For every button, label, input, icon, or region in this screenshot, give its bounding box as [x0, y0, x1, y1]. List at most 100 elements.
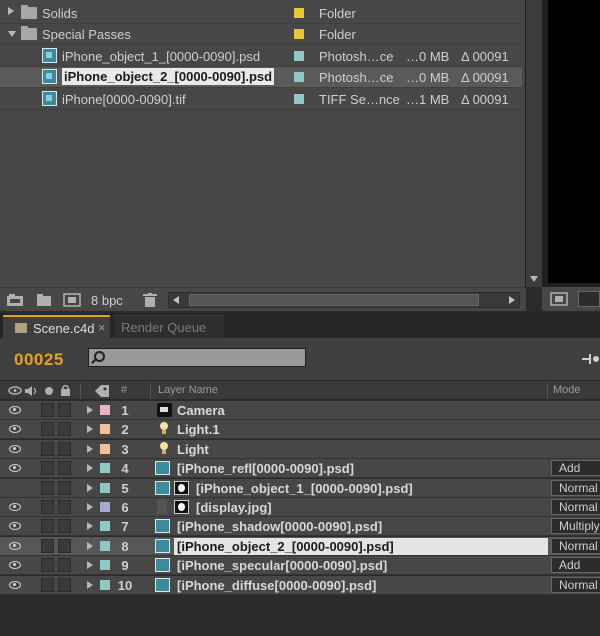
interpret-footage-icon[interactable] [6, 293, 24, 307]
current-time-display[interactable]: 00025 [14, 350, 64, 370]
project-item[interactable]: iPhone_object_2_[0000-0090].psd Photosh…c… [0, 67, 522, 89]
lock-toggle[interactable] [58, 480, 71, 495]
video-toggle[interactable] [5, 577, 25, 593]
audio-speaker-icon[interactable] [24, 385, 38, 397]
viewer-canvas[interactable] [548, 0, 600, 283]
label-color-swatch[interactable] [294, 72, 304, 83]
scroll-down-arrow-icon[interactable] [530, 276, 538, 282]
lock-toggle[interactable] [58, 519, 71, 534]
blend-mode-select[interactable]: Multiply [551, 518, 600, 535]
label-color-swatch[interactable] [100, 443, 110, 454]
video-toggle[interactable] [5, 421, 25, 437]
blend-mode-select[interactable]: Add [551, 460, 600, 477]
solo-toggle[interactable] [41, 480, 54, 495]
label-color-swatch[interactable] [100, 560, 110, 571]
new-folder-icon[interactable] [36, 293, 52, 307]
label-color-swatch[interactable] [100, 463, 110, 474]
scroll-left-arrow-icon[interactable] [173, 296, 179, 304]
label-color-swatch[interactable] [100, 579, 110, 590]
blend-mode-select[interactable]: Normal [551, 479, 600, 496]
blend-mode-select[interactable]: Add [551, 557, 600, 574]
project-item[interactable]: Special Passes Folder [0, 24, 522, 46]
label-color-swatch[interactable] [294, 93, 304, 104]
layer-row[interactable]: 5 [iPhone_object_1_[0000-0090].psd] Normal [0, 478, 600, 498]
expand-triangle-icon[interactable] [87, 425, 93, 434]
layer-row[interactable]: 9 [iPhone_specular[0000-0090].psd] Add [0, 556, 600, 576]
solo-toggle[interactable] [41, 500, 54, 514]
label-color-swatch[interactable] [100, 540, 110, 551]
label-color-swatch[interactable] [294, 50, 304, 61]
project-horizontal-scrollbar[interactable] [168, 292, 520, 308]
flowchart-icon[interactable] [582, 352, 600, 366]
lock-toggle[interactable] [58, 558, 71, 573]
label-color-swatch[interactable] [294, 8, 304, 18]
label-color-swatch[interactable] [100, 482, 110, 493]
expand-triangle-icon[interactable] [87, 561, 93, 570]
lock-toggle[interactable] [58, 500, 71, 514]
label-color-swatch[interactable] [100, 405, 110, 415]
layer-name[interactable]: [iPhone_refl[0000-0090].psd] [177, 461, 354, 476]
column-number[interactable]: # [121, 384, 127, 396]
expand-triangle-icon[interactable] [8, 7, 14, 15]
layer-name[interactable]: Camera [177, 403, 225, 418]
lock-toggle[interactable] [58, 538, 71, 553]
label-color-swatch[interactable] [294, 29, 304, 40]
lock-toggle[interactable] [58, 403, 71, 417]
solo-toggle[interactable] [41, 558, 54, 573]
expand-triangle-icon[interactable] [87, 483, 93, 492]
video-toggle[interactable] [5, 538, 25, 554]
solo-toggle[interactable] [41, 461, 54, 476]
video-toggle[interactable] [5, 499, 25, 515]
video-toggle[interactable] [5, 441, 25, 457]
collapse-triangle-icon[interactable] [8, 31, 16, 38]
project-item[interactable]: Solids Folder [0, 3, 522, 24]
lock-toggle[interactable] [58, 461, 71, 476]
lock-toggle[interactable] [58, 441, 71, 456]
label-color-swatch[interactable] [100, 424, 110, 435]
layer-name[interactable]: [iPhone_object_1_[0000-0090].psd] [196, 481, 413, 496]
project-item[interactable]: iPhone_object_1_[0000-0090].psd Photosh…c… [0, 46, 522, 67]
label-color-swatch[interactable] [100, 502, 110, 512]
layer-row[interactable]: 10 [iPhone_diffuse[0000-0090].psd] Normal [0, 575, 600, 595]
layer-name[interactable]: [iPhone_object_2_[0000-0090].psd] [174, 537, 548, 555]
project-vertical-scrollbar[interactable] [526, 0, 542, 287]
layer-search-input[interactable] [88, 348, 306, 367]
expand-triangle-icon[interactable] [87, 406, 93, 414]
solo-dot-icon[interactable] [44, 386, 54, 396]
tab-scene-c4d[interactable]: Scene.c4d × [3, 315, 110, 338]
expand-triangle-icon[interactable] [87, 541, 93, 550]
video-toggle[interactable] [5, 460, 25, 476]
layer-name[interactable]: Light.1 [177, 422, 220, 437]
video-eye-icon[interactable] [8, 386, 22, 395]
video-toggle[interactable] [5, 480, 25, 496]
expand-triangle-icon[interactable] [87, 444, 93, 453]
lock-icon[interactable] [60, 384, 71, 397]
column-mode[interactable]: Mode [553, 384, 581, 396]
tab-render-queue[interactable]: Render Queue [114, 315, 224, 338]
always-preview-icon[interactable] [550, 292, 568, 306]
close-icon[interactable]: × [98, 320, 106, 335]
blend-mode-select[interactable]: Normal [551, 499, 600, 515]
solo-toggle[interactable] [41, 519, 54, 534]
layer-name[interactable]: [display.jpg] [196, 500, 272, 515]
video-toggle[interactable] [5, 518, 25, 534]
expand-triangle-icon[interactable] [87, 522, 93, 531]
layer-name[interactable]: [iPhone_shadow[0000-0090].psd] [177, 519, 382, 534]
layer-row[interactable]: 3 Light [0, 439, 600, 459]
scroll-thumb[interactable] [189, 294, 479, 306]
layer-row[interactable]: 2 Light.1 [0, 420, 600, 440]
layer-row[interactable]: 7 [iPhone_shadow[0000-0090].psd] Multiply [0, 517, 600, 537]
layer-name[interactable]: Light [177, 442, 209, 457]
solo-toggle[interactable] [41, 538, 54, 553]
scroll-right-arrow-icon[interactable] [509, 296, 515, 304]
lock-toggle[interactable] [58, 422, 71, 437]
trash-icon[interactable] [142, 293, 158, 307]
layer-row[interactable]: 1 Camera [0, 401, 600, 420]
new-composition-icon[interactable] [63, 293, 81, 307]
project-item[interactable]: iPhone[0000-0090].tif TIFF Se…nce …1 MB Δ 0… [0, 89, 522, 110]
video-toggle[interactable] [5, 557, 25, 573]
expand-triangle-icon[interactable] [87, 580, 93, 589]
solo-toggle[interactable] [41, 422, 54, 437]
label-color-swatch[interactable] [100, 521, 110, 532]
layer-row[interactable]: 6 [display.jpg] Normal [0, 498, 600, 517]
